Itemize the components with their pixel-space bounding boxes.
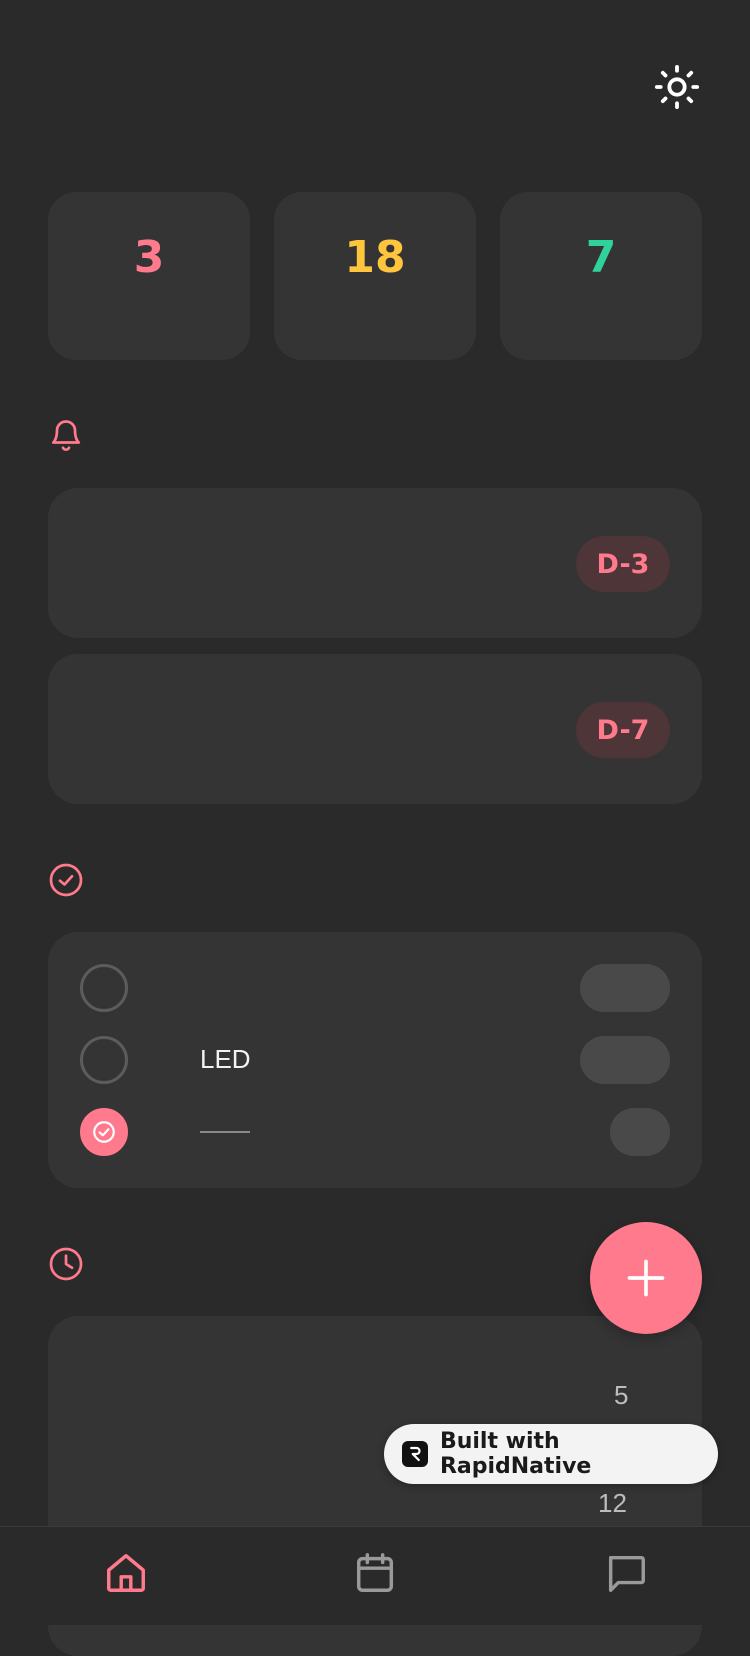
built-with-label: Built with RapidNative xyxy=(439,1429,592,1479)
stat-card-3[interactable]: 7 xyxy=(500,192,702,360)
dday-badge: D-3 xyxy=(576,536,670,592)
checklist-item-tag xyxy=(610,1108,670,1156)
checkbox[interactable] xyxy=(80,964,128,1012)
calendar-icon xyxy=(356,1553,394,1592)
stat-card-1[interactable]: 3 xyxy=(48,192,250,360)
theme-toggle-button[interactable] xyxy=(652,62,702,112)
checkbox-checked[interactable] xyxy=(80,1108,128,1156)
nav-home[interactable] xyxy=(96,1543,156,1603)
home-icon xyxy=(107,1554,145,1592)
checklist-item[interactable] xyxy=(80,1108,670,1156)
add-button[interactable] xyxy=(590,1222,702,1334)
check-circle-icon xyxy=(93,1121,115,1143)
nav-chat[interactable] xyxy=(596,1543,656,1603)
plus-icon xyxy=(627,1259,665,1297)
bell-icon xyxy=(48,417,84,453)
chat-icon xyxy=(608,1555,645,1592)
nav-calendar[interactable] xyxy=(345,1543,405,1603)
history-value: 12 xyxy=(598,1488,627,1518)
rapidnative-logo-icon xyxy=(402,1441,428,1467)
strikethrough-line xyxy=(200,1131,250,1133)
dday-badge: D-7 xyxy=(576,702,670,758)
stat-card-2[interactable]: 18 xyxy=(274,192,476,360)
checklist-item-tag xyxy=(580,964,670,1012)
checkbox[interactable] xyxy=(80,1036,128,1084)
checklist-item-label: LED xyxy=(200,1044,251,1074)
history-value: 5 xyxy=(614,1380,629,1410)
stat-value: 18 xyxy=(344,232,406,283)
stat-value: 7 xyxy=(585,232,617,283)
bottom-nav xyxy=(0,1526,750,1625)
checklist-item[interactable]: LED xyxy=(80,1036,670,1084)
reminder-card[interactable]: D-3 xyxy=(48,488,702,638)
stat-value: 3 xyxy=(133,232,165,283)
checklist-item[interactable] xyxy=(80,964,670,1012)
check-circle-icon xyxy=(48,862,84,898)
clock-icon xyxy=(48,1246,84,1282)
built-with-badge[interactable]: Built with RapidNative xyxy=(384,1424,718,1484)
reminder-card[interactable]: D-7 xyxy=(48,654,702,804)
checklist-card: LED xyxy=(48,932,702,1188)
sun-icon xyxy=(654,64,700,110)
checklist-item-tag xyxy=(580,1036,670,1084)
